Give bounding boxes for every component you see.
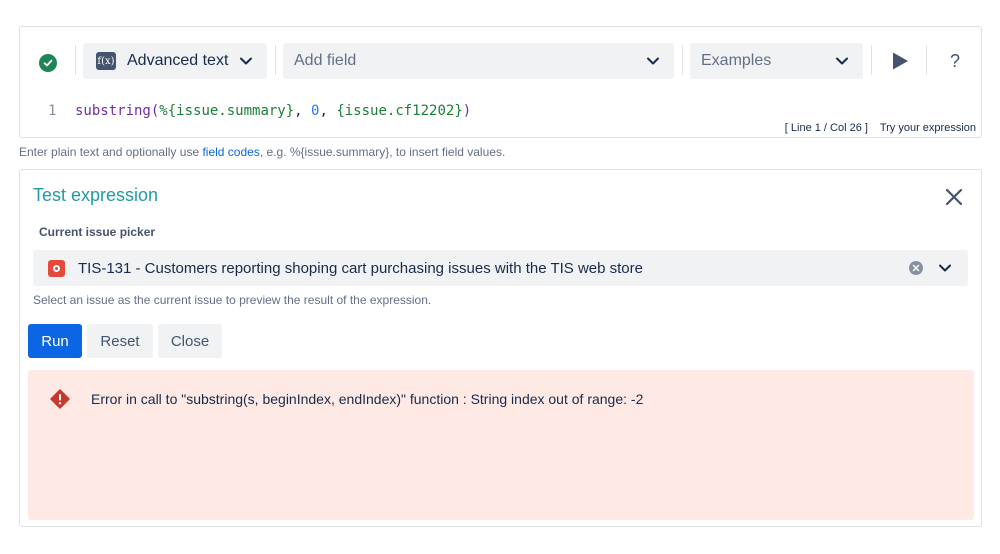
code-field-summary: %{issue.summary} (159, 103, 295, 119)
editor-meta: [ Line 1 / Col 26 ] Try your expression (785, 122, 976, 134)
divider (75, 45, 76, 75)
parsing-mode-label: Advanced text (127, 52, 229, 69)
run-button[interactable]: Run (28, 324, 82, 358)
divider (871, 45, 872, 75)
chevron-down-icon[interactable] (938, 261, 952, 275)
add-field-placeholder: Add field (294, 52, 357, 69)
code-line[interactable]: 1 substring(%{issue.summary}, 0, {issue.… (20, 101, 981, 123)
code-field-custom: {issue.cf12202} (336, 103, 463, 119)
cursor-position: [ Line 1 / Col 26 ] (784, 122, 868, 134)
editor-toolbar: f(x) Advanced text Add field Examples ? (20, 43, 981, 79)
error-message-box: Error in call to "substring(s, beginInde… (28, 370, 974, 520)
expression-editor: f(x) Advanced text Add field Examples ? … (19, 26, 982, 138)
editor-help-text: Enter plain text and optionally use fiel… (19, 145, 506, 159)
reset-button[interactable]: Reset (87, 324, 153, 358)
divider (275, 45, 276, 75)
issue-picker[interactable]: TIS-131 - Customers reporting shoping ca… (33, 250, 968, 286)
issue-picker-label: Current issue picker (39, 225, 156, 239)
examples-select[interactable]: Examples (690, 43, 863, 79)
chevron-down-icon (836, 57, 848, 65)
code-comma: , (294, 103, 312, 119)
try-expression-link[interactable]: Try your expression (880, 122, 976, 134)
clear-icon[interactable] (909, 261, 923, 275)
error-text: Error in call to "substring(s, beginInde… (91, 391, 644, 407)
help-button[interactable]: ? (945, 47, 965, 75)
expression-code[interactable]: substring(%{issue.summary}, 0, {issue.cf… (75, 103, 471, 119)
add-field-select[interactable]: Add field (283, 43, 674, 79)
play-icon[interactable] (890, 51, 910, 71)
divider (926, 45, 927, 75)
bug-icon (48, 259, 65, 277)
selected-issue: TIS-131 - Customers reporting shoping ca… (78, 259, 643, 277)
issue-picker-help: Select an issue as the current issue to … (33, 293, 432, 307)
function-icon: f(x) (96, 52, 116, 70)
chevron-down-icon (647, 57, 659, 65)
code-close-paren: ) (462, 103, 472, 119)
chevron-down-icon (240, 57, 252, 65)
code-comma: , (319, 103, 337, 119)
test-expression-panel: Test expression Current issue picker TIS… (19, 169, 982, 527)
error-icon (50, 389, 70, 409)
parsing-mode-select[interactable]: f(x) Advanced text (83, 43, 267, 79)
code-function: substring( (75, 103, 160, 119)
field-codes-link[interactable]: field codes (202, 145, 259, 159)
close-icon[interactable] (943, 186, 965, 208)
line-number: 1 (48, 103, 57, 119)
panel-title: Test expression (33, 185, 159, 205)
check-circle-icon (39, 54, 57, 72)
close-button[interactable]: Close (158, 324, 222, 358)
examples-placeholder: Examples (701, 52, 772, 69)
divider (682, 45, 683, 75)
